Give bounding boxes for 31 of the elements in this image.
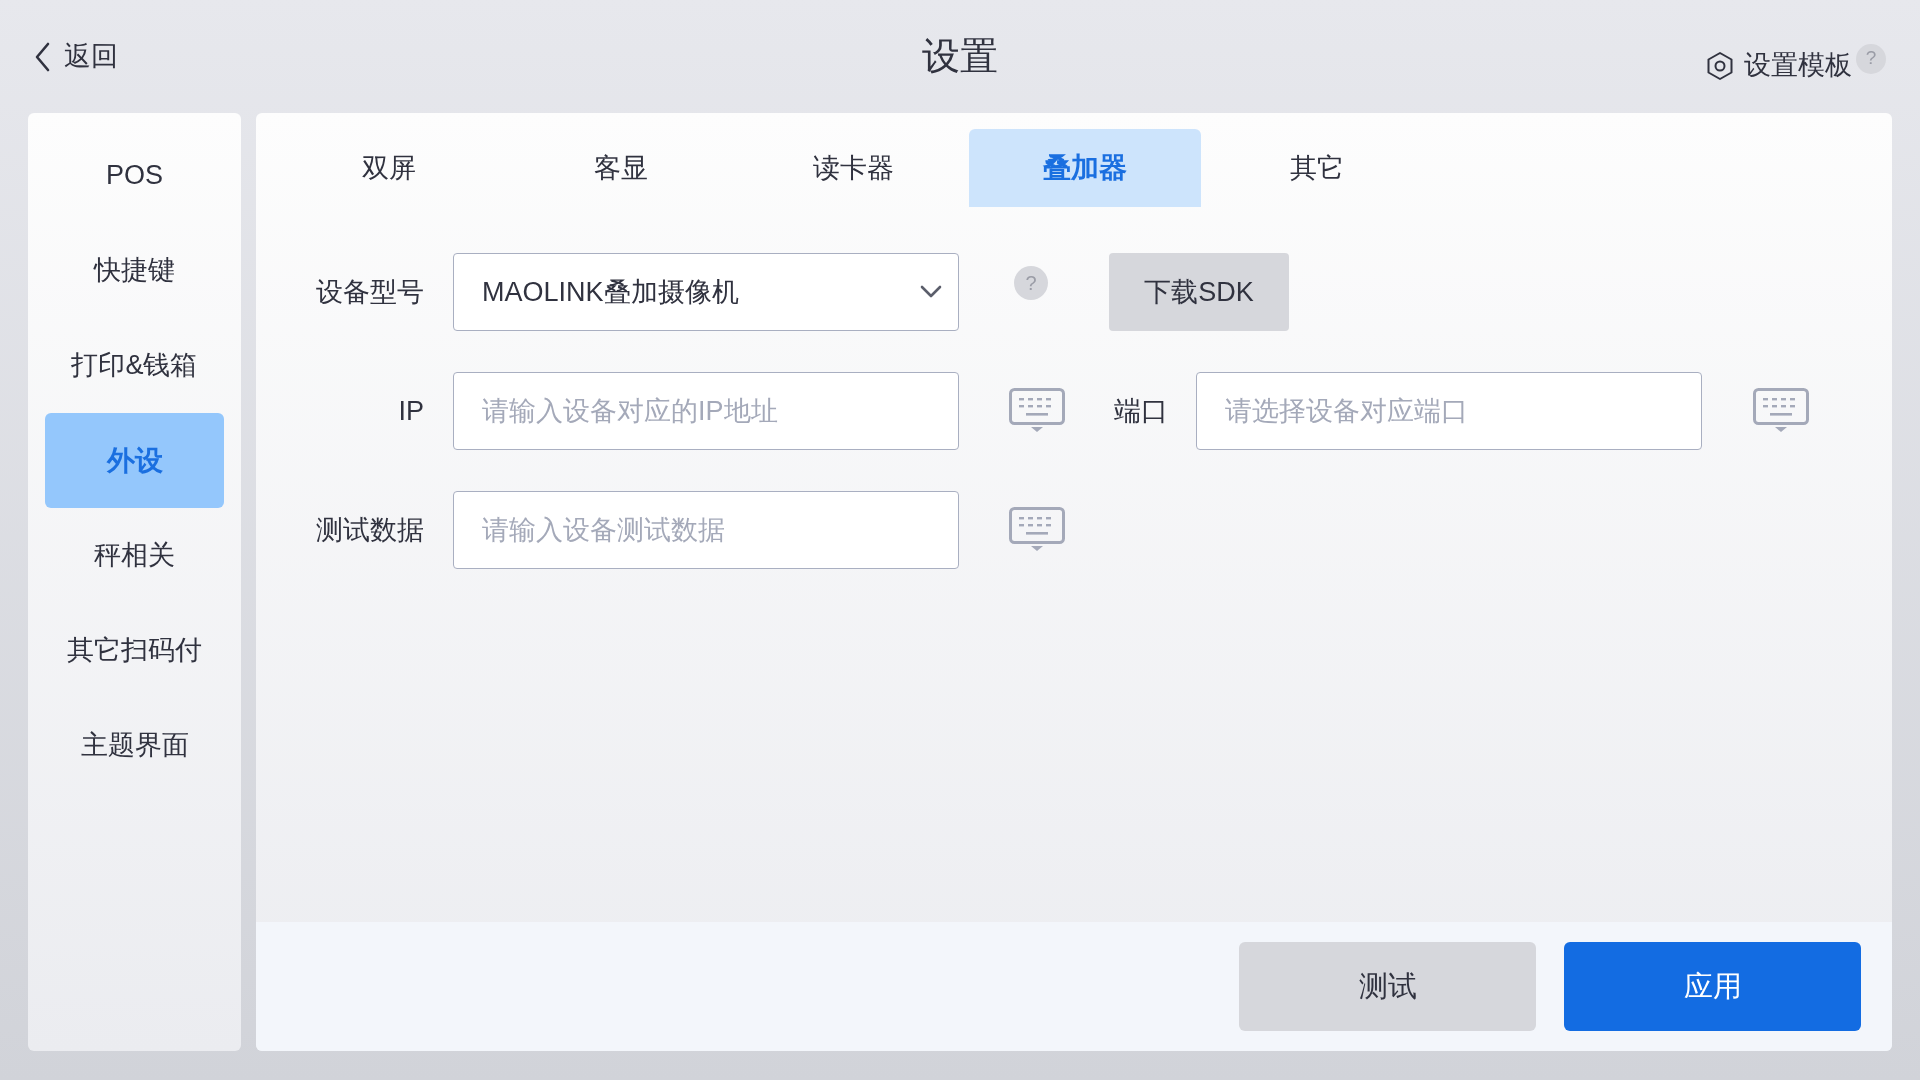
- tab[interactable]: 双屏: [273, 129, 505, 207]
- page-title: 设置: [922, 34, 998, 79]
- chevron-down-icon: [920, 285, 942, 299]
- sidebar-item[interactable]: 其它扫码付: [45, 603, 224, 698]
- test-button[interactable]: 测试: [1239, 942, 1536, 1031]
- back-button[interactable]: 返回: [34, 36, 118, 77]
- field-label: 测试数据: [315, 513, 424, 547]
- tab[interactable]: 叠加器: [969, 129, 1201, 207]
- tab[interactable]: 客显: [505, 129, 737, 207]
- sidebar-item[interactable]: 主题界面: [45, 698, 224, 793]
- settings-icon: [1706, 50, 1734, 81]
- ip-input-field[interactable]: 请输入设备对应的IP地址: [453, 372, 959, 450]
- test-data-input-field[interactable]: 请输入设备测试数据: [453, 491, 959, 569]
- chevron-left-icon: [34, 41, 50, 72]
- keyboard-icon[interactable]: [1753, 388, 1809, 434]
- apply-button[interactable]: 应用: [1564, 942, 1861, 1031]
- keyboard-icon[interactable]: [1009, 507, 1065, 553]
- device-model-select[interactable]: MAOLINK叠加摄像机: [453, 253, 959, 331]
- download-sdk-button[interactable]: 下载SDK: [1109, 253, 1289, 331]
- field-label: 端口: [1114, 394, 1168, 428]
- tab[interactable]: 读卡器: [737, 129, 969, 207]
- keyboard-icon[interactable]: [1009, 388, 1065, 434]
- sidebar-item[interactable]: POS: [45, 128, 224, 223]
- field-label: 设备型号: [315, 275, 424, 309]
- field-label: IP: [397, 394, 424, 428]
- settings-template-button[interactable]: 设置模板: [1706, 45, 1852, 86]
- port-input-field[interactable]: 请选择设备对应端口: [1196, 372, 1702, 450]
- sidebar-item[interactable]: 秤相关: [45, 508, 224, 603]
- sidebar-item[interactable]: 打印&钱箱: [45, 318, 224, 413]
- tab[interactable]: 其它: [1201, 129, 1433, 207]
- sidebar-item[interactable]: 快捷键: [45, 223, 224, 318]
